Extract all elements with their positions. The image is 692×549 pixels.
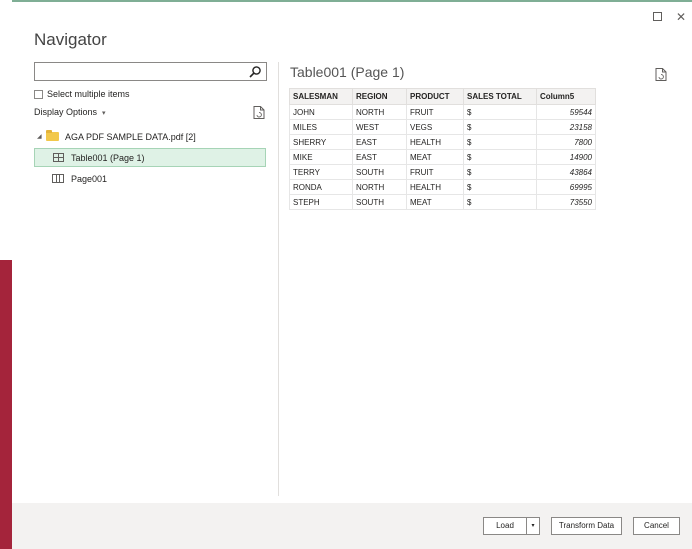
display-options-dropdown[interactable]: Display Options ▾ xyxy=(34,107,106,117)
table-cell: 69995 xyxy=(536,179,596,195)
table-cell: 73550 xyxy=(536,194,596,210)
table-cell: $ xyxy=(463,179,537,195)
table-cell: 23158 xyxy=(536,119,596,135)
dialog-footer: Load ▾ Transform Data Cancel xyxy=(12,503,692,549)
table-cell: MIKE xyxy=(289,149,353,165)
tree-file-label: AGA PDF SAMPLE DATA.pdf [2] xyxy=(65,131,196,142)
search-input[interactable] xyxy=(34,62,267,81)
dialog-title: Navigator xyxy=(34,30,107,49)
column-header: PRODUCT xyxy=(406,88,464,105)
pane-divider[interactable] xyxy=(278,62,279,496)
tree-file-node[interactable]: ◢ AGA PDF SAMPLE DATA.pdf [2] xyxy=(34,127,267,146)
table-cell: 14900 xyxy=(536,149,596,165)
table-row: SHERRY EAST HEALTH $ 7800 xyxy=(289,134,596,150)
display-options-label: Display Options xyxy=(34,107,98,117)
column-header: REGION xyxy=(352,88,407,105)
close-button[interactable]: ✕ xyxy=(674,10,688,24)
table-cell: WEST xyxy=(352,119,407,135)
tree-item-label: Page001 xyxy=(71,173,108,184)
table-row: MIKE EAST MEAT $ 14900 xyxy=(289,149,596,165)
preview-table: SALESMAN REGION PRODUCT SALES TOTAL Colu… xyxy=(289,88,596,210)
table-cell: NORTH xyxy=(352,179,407,195)
table-cell: 7800 xyxy=(536,134,596,150)
page-icon xyxy=(52,174,64,183)
navigator-tree: ◢ AGA PDF SAMPLE DATA.pdf [2] Table001 (… xyxy=(34,127,267,188)
table-cell: HEALTH xyxy=(406,179,464,195)
column-header: SALESMAN xyxy=(289,88,353,105)
table-cell: NORTH xyxy=(352,104,407,120)
chevron-down-icon: ▾ xyxy=(102,110,106,117)
table-row: MILES WEST VEGS $ 23158 xyxy=(289,119,596,135)
table-cell: $ xyxy=(463,104,537,120)
select-multiple-checkbox[interactable] xyxy=(34,89,43,99)
table-row: TERRY SOUTH FRUIT $ 43864 xyxy=(289,164,596,180)
table-row: RONDA NORTH HEALTH $ 69995 xyxy=(289,179,596,195)
refresh-icon[interactable] xyxy=(253,106,265,119)
tree-item-table001[interactable]: Table001 (Page 1) xyxy=(34,148,266,167)
table-cell: $ xyxy=(463,119,537,135)
search-icon[interactable] xyxy=(248,65,262,79)
table-cell: MEAT xyxy=(406,149,464,165)
table-cell: JOHN xyxy=(289,104,353,120)
preview-title: Table001 (Page 1) xyxy=(290,64,405,80)
table-cell: FRUIT xyxy=(406,104,464,120)
table-cell: FRUIT xyxy=(406,164,464,180)
table-header-row: SALESMAN REGION PRODUCT SALES TOTAL Colu… xyxy=(289,88,596,105)
select-multiple-row[interactable]: Select multiple items xyxy=(34,88,130,100)
folder-icon xyxy=(46,130,59,141)
table-cell: SOUTH xyxy=(352,194,407,210)
chevron-down-icon: ▾ xyxy=(531,523,535,529)
maximize-button[interactable] xyxy=(650,10,664,24)
tree-item-label: Table001 (Page 1) xyxy=(71,152,145,163)
cancel-button[interactable]: Cancel xyxy=(633,517,680,535)
background-app-edge xyxy=(0,260,12,549)
table-cell: SHERRY xyxy=(289,134,353,150)
transform-data-button[interactable]: Transform Data xyxy=(551,517,622,535)
table-cell: RONDA xyxy=(289,179,353,195)
window-top-accent xyxy=(12,0,692,5)
refresh-preview-icon[interactable] xyxy=(655,68,667,81)
table-cell: 59544 xyxy=(536,104,596,120)
table-cell: $ xyxy=(463,149,537,165)
maximize-icon xyxy=(652,12,662,21)
table-cell: 43864 xyxy=(536,164,596,180)
table-row: STEPH SOUTH MEAT $ 73550 xyxy=(289,194,596,210)
close-icon: ✕ xyxy=(675,10,687,24)
column-header: SALES TOTAL xyxy=(463,88,537,105)
table-cell: $ xyxy=(463,194,537,210)
table-cell: MEAT xyxy=(406,194,464,210)
column-header: Column5 xyxy=(536,88,596,105)
load-dropdown-button[interactable]: ▾ xyxy=(526,517,540,535)
table-cell: VEGS xyxy=(406,119,464,135)
table-cell: SOUTH xyxy=(352,164,407,180)
table-cell: MILES xyxy=(289,119,353,135)
load-button[interactable]: Load xyxy=(483,517,527,535)
table-cell: STEPH xyxy=(289,194,353,210)
table-cell: HEALTH xyxy=(406,134,464,150)
tree-item-page001[interactable]: Page001 xyxy=(34,169,267,188)
table-cell: $ xyxy=(463,134,537,150)
table-icon xyxy=(53,153,64,162)
table-row: JOHN NORTH FRUIT $ 59544 xyxy=(289,104,596,120)
select-multiple-label: Select multiple items xyxy=(47,89,130,99)
table-cell: EAST xyxy=(352,149,407,165)
table-cell: EAST xyxy=(352,134,407,150)
table-cell: $ xyxy=(463,164,537,180)
expand-icon[interactable]: ◢ xyxy=(37,133,46,140)
table-cell: TERRY xyxy=(289,164,353,180)
